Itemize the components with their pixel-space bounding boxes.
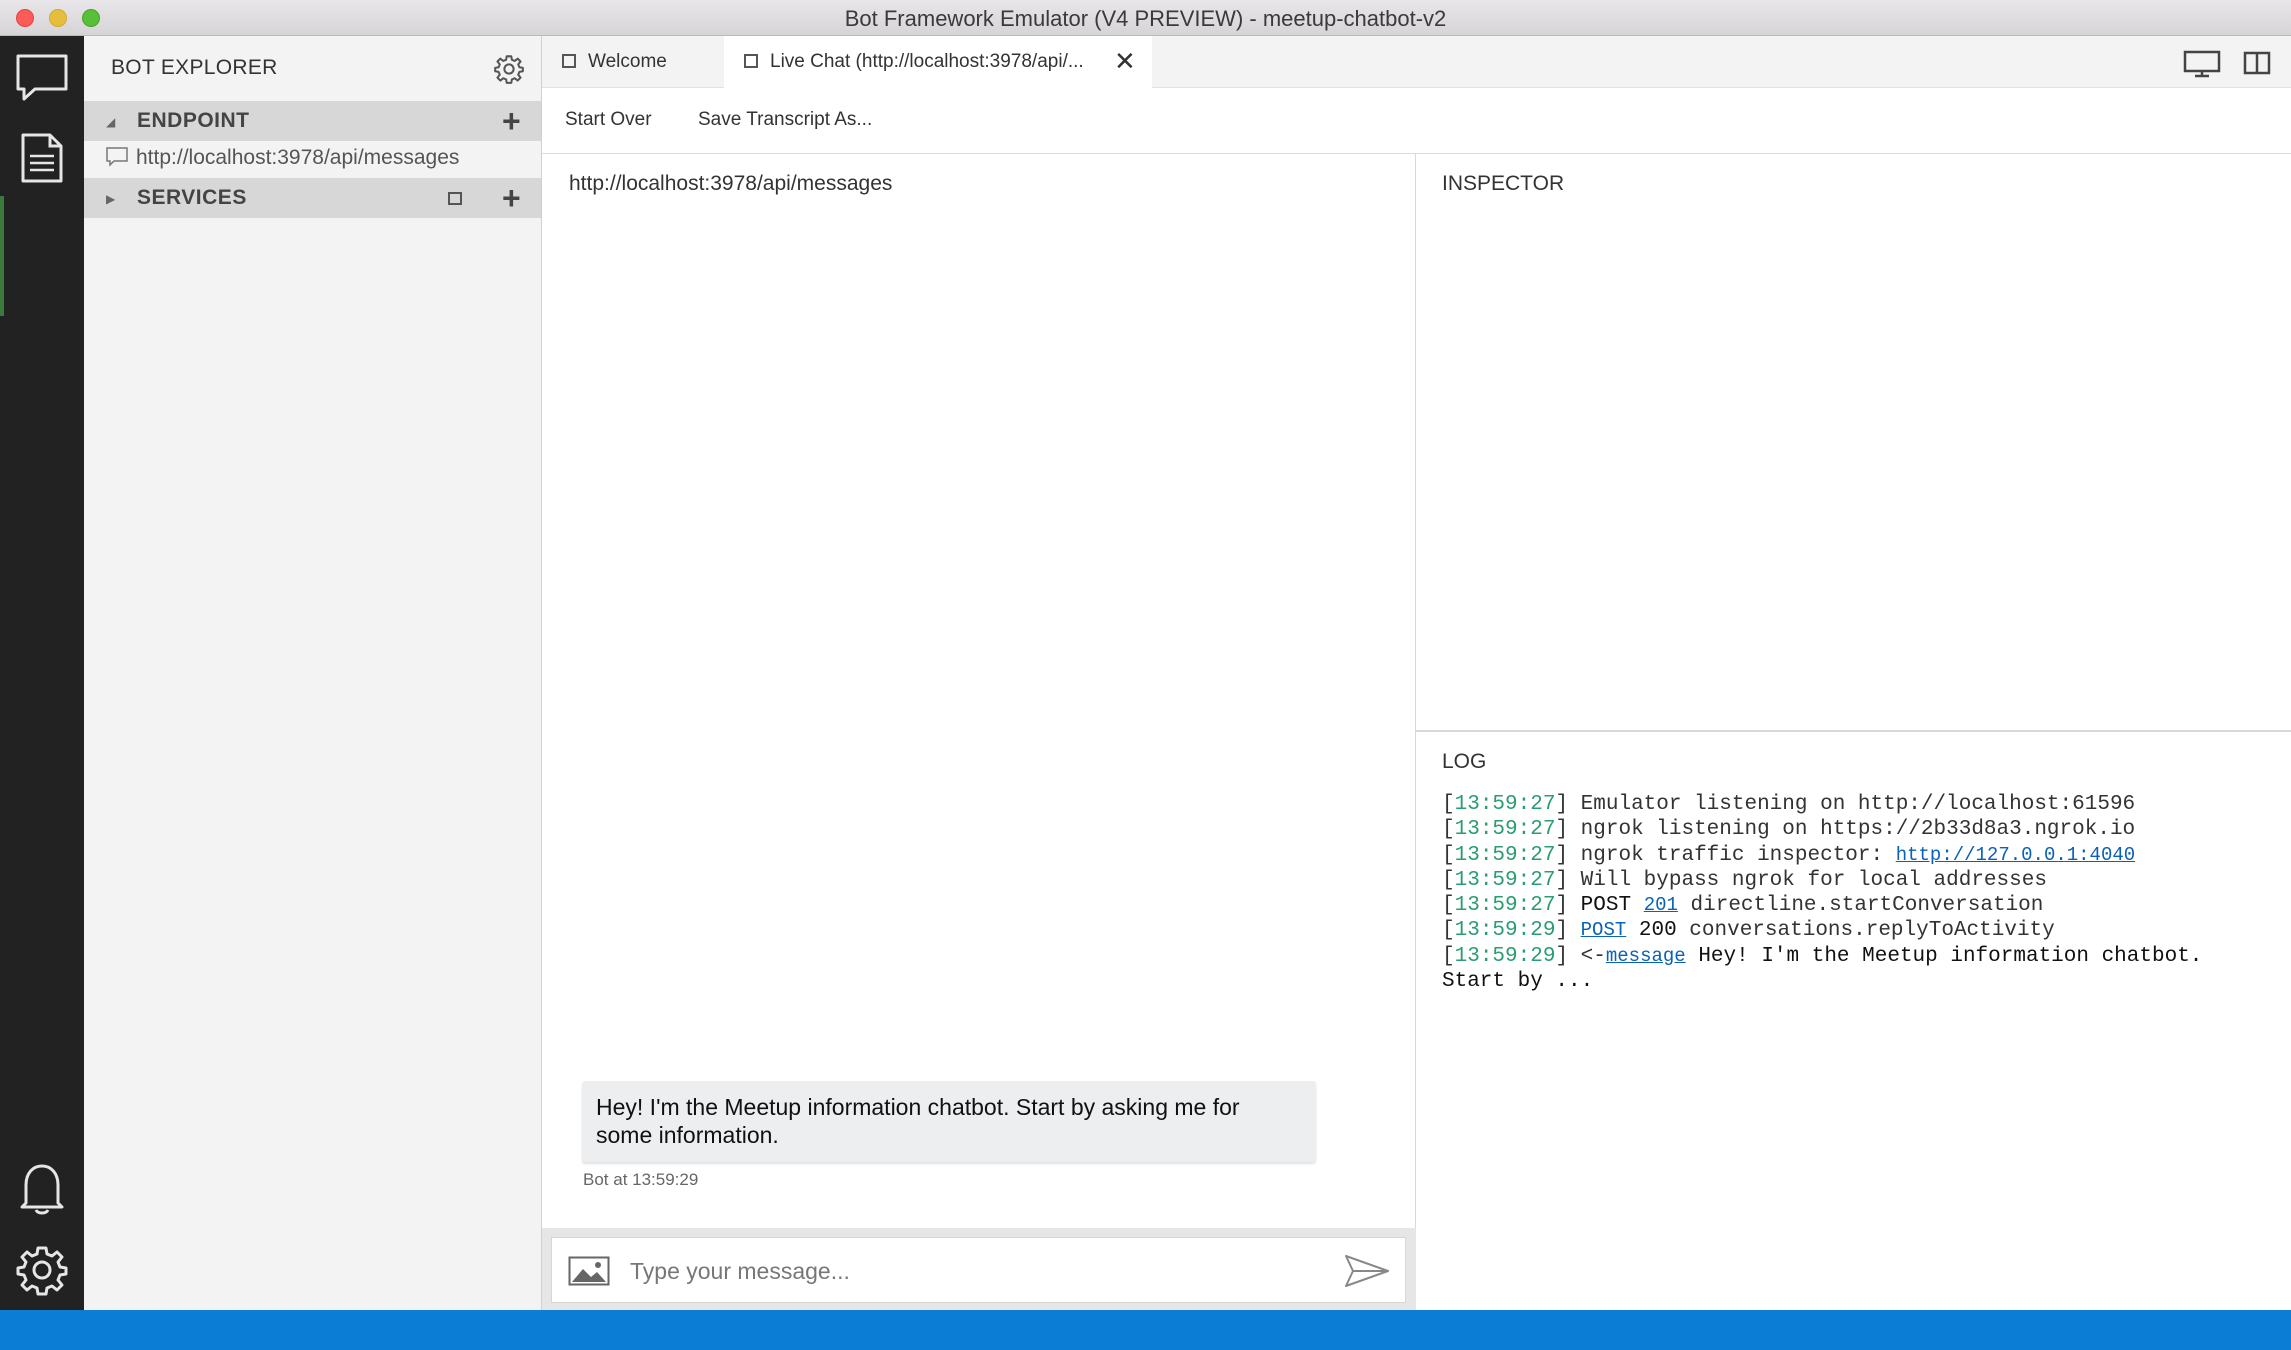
save-transcript-button[interactable]: Save Transcript As... [698, 109, 872, 131]
start-over-button[interactable]: Start Over [565, 109, 652, 131]
bot-message-bubble[interactable]: Hey! I'm the Meetup information chatbot.… [582, 1081, 1316, 1162]
log-timestamp: 13:59:29 [1454, 944, 1556, 968]
tab-label: Live Chat (http://localhost:3978/api/... [770, 51, 1084, 72]
log-text: ngrok traffic inspector: [1580, 843, 1884, 867]
log-line: [13:59:29] <-message Hey! I'm the Meetup… [1442, 944, 2203, 968]
log-line: [13:59:27] ngrok listening on https://2b… [1442, 818, 2136, 842]
bot-explorer-sidebar: BOT EXPLORER ◢ ENDPOINT + http://localho… [84, 36, 542, 1310]
log-panel: LOG [13:59:27] Emulator listening on htt… [1416, 732, 2291, 1310]
log-text: Will bypass ngrok for local addresses [1580, 868, 2047, 892]
send-icon[interactable] [1344, 1254, 1390, 1288]
log-line: [13:59:27] POST 201 directline.startConv… [1442, 894, 2044, 918]
chat-icon[interactable] [12, 48, 72, 108]
chat-toolbar: Start Over Save Transcript As... [542, 88, 2291, 154]
endpoint-item[interactable]: http://localhost:3978/api/messages [106, 144, 536, 178]
endpoint-url: http://localhost:3978/api/messages [136, 146, 460, 169]
log-line-continuation: Start by ... [1442, 970, 1594, 994]
split-view-icon[interactable] [2243, 50, 2271, 78]
image-icon[interactable] [568, 1256, 610, 1286]
status-bar [0, 1310, 2291, 1350]
settings-icon[interactable] [12, 1240, 72, 1300]
log-lines: [13:59:27] Emulator listening on http://… [1442, 792, 2202, 994]
log-text: conversations.replyToActivity [1689, 919, 2055, 943]
gear-icon[interactable] [494, 54, 524, 84]
log-arrow: <- [1580, 944, 1606, 968]
log-line: [13:59:27] ngrok traffic inspector: http… [1442, 843, 2136, 867]
message-timestamp: Bot at 13:59:29 [583, 1170, 699, 1189]
tab-live-chat[interactable]: Live Chat (http://localhost:3978/api/...… [724, 36, 1152, 88]
message-activity-link[interactable]: message [1606, 945, 1686, 967]
inspector-panel: INSPECTOR [1416, 154, 2291, 732]
log-timestamp: 13:59:27 [1454, 868, 1556, 892]
chat-bubble-icon [106, 147, 128, 167]
log-title: LOG [1442, 750, 1487, 773]
activity-accent [0, 196, 4, 316]
window-title: Bot Framework Emulator (V4 PREVIEW) - me… [844, 6, 1447, 31]
tabs-bar: Welcome Live Chat (http://localhost:3978… [542, 36, 2291, 88]
status-201-link[interactable]: 201 [1644, 894, 1678, 916]
message-input[interactable] [630, 1252, 1310, 1290]
activity-bar [0, 36, 84, 1310]
log-line: [13:59:27] Will bypass ngrok for local a… [1442, 868, 2047, 892]
log-status: 200 [1638, 919, 1677, 943]
transcript-icon[interactable] [12, 128, 72, 188]
add-endpoint-button[interactable]: + [502, 105, 521, 137]
log-text: Hey! I'm the Meetup information chatbot. [1698, 944, 2203, 968]
log-timestamp: 13:59:27 [1454, 843, 1556, 867]
collapsed-triangle-icon: ▶ [106, 192, 116, 206]
log-timestamp: 13:59:29 [1454, 919, 1556, 943]
monitor-icon[interactable] [2183, 50, 2221, 78]
bell-icon[interactable] [12, 1158, 72, 1218]
log-timestamp: 13:59:27 [1454, 793, 1556, 816]
post-method-link[interactable]: POST [1581, 919, 1627, 941]
log-text: directline.startConversation [1690, 894, 2044, 918]
log-line: [13:59:29] POST 200 conversations.replyT… [1442, 919, 2055, 943]
sidebar-title: BOT EXPLORER [111, 56, 278, 79]
close-tab-icon[interactable]: ✕ [1114, 46, 1136, 77]
ngrok-inspector-link[interactable]: http://127.0.0.1:4040 [1896, 844, 2135, 866]
log-line: [13:59:27] Emulator listening on http://… [1442, 793, 2136, 816]
document-icon [562, 54, 576, 68]
log-text: ngrok listening on https://2b33d8a3.ngro… [1580, 818, 2136, 842]
collapse-all-button[interactable] [448, 192, 462, 205]
services-section-title: SERVICES [137, 186, 247, 209]
endpoint-section-title: ENDPOINT [137, 109, 250, 132]
add-service-button[interactable]: + [502, 182, 521, 214]
inspector-title: INSPECTOR [1442, 172, 1565, 195]
log-method: POST [1580, 894, 1632, 918]
tab-welcome[interactable]: Welcome [542, 36, 722, 88]
chat-panel: http://localhost:3978/api/messages Hey! … [542, 154, 1416, 1310]
document-icon [744, 54, 758, 68]
log-text: Emulator listening on http://localhost:6… [1580, 793, 2136, 816]
log-timestamp: 13:59:27 [1454, 894, 1556, 918]
chat-endpoint-url: http://localhost:3978/api/messages [569, 172, 893, 195]
services-section-header[interactable]: ▶ SERVICES + [84, 178, 541, 218]
log-timestamp: 13:59:27 [1454, 818, 1556, 842]
title-bar: Bot Framework Emulator (V4 PREVIEW) - me… [0, 0, 2291, 36]
tab-label: Welcome [588, 51, 667, 72]
message-composer [551, 1237, 1406, 1303]
expanded-triangle-icon: ◢ [106, 115, 116, 129]
endpoint-section-header[interactable]: ◢ ENDPOINT + [84, 101, 541, 141]
